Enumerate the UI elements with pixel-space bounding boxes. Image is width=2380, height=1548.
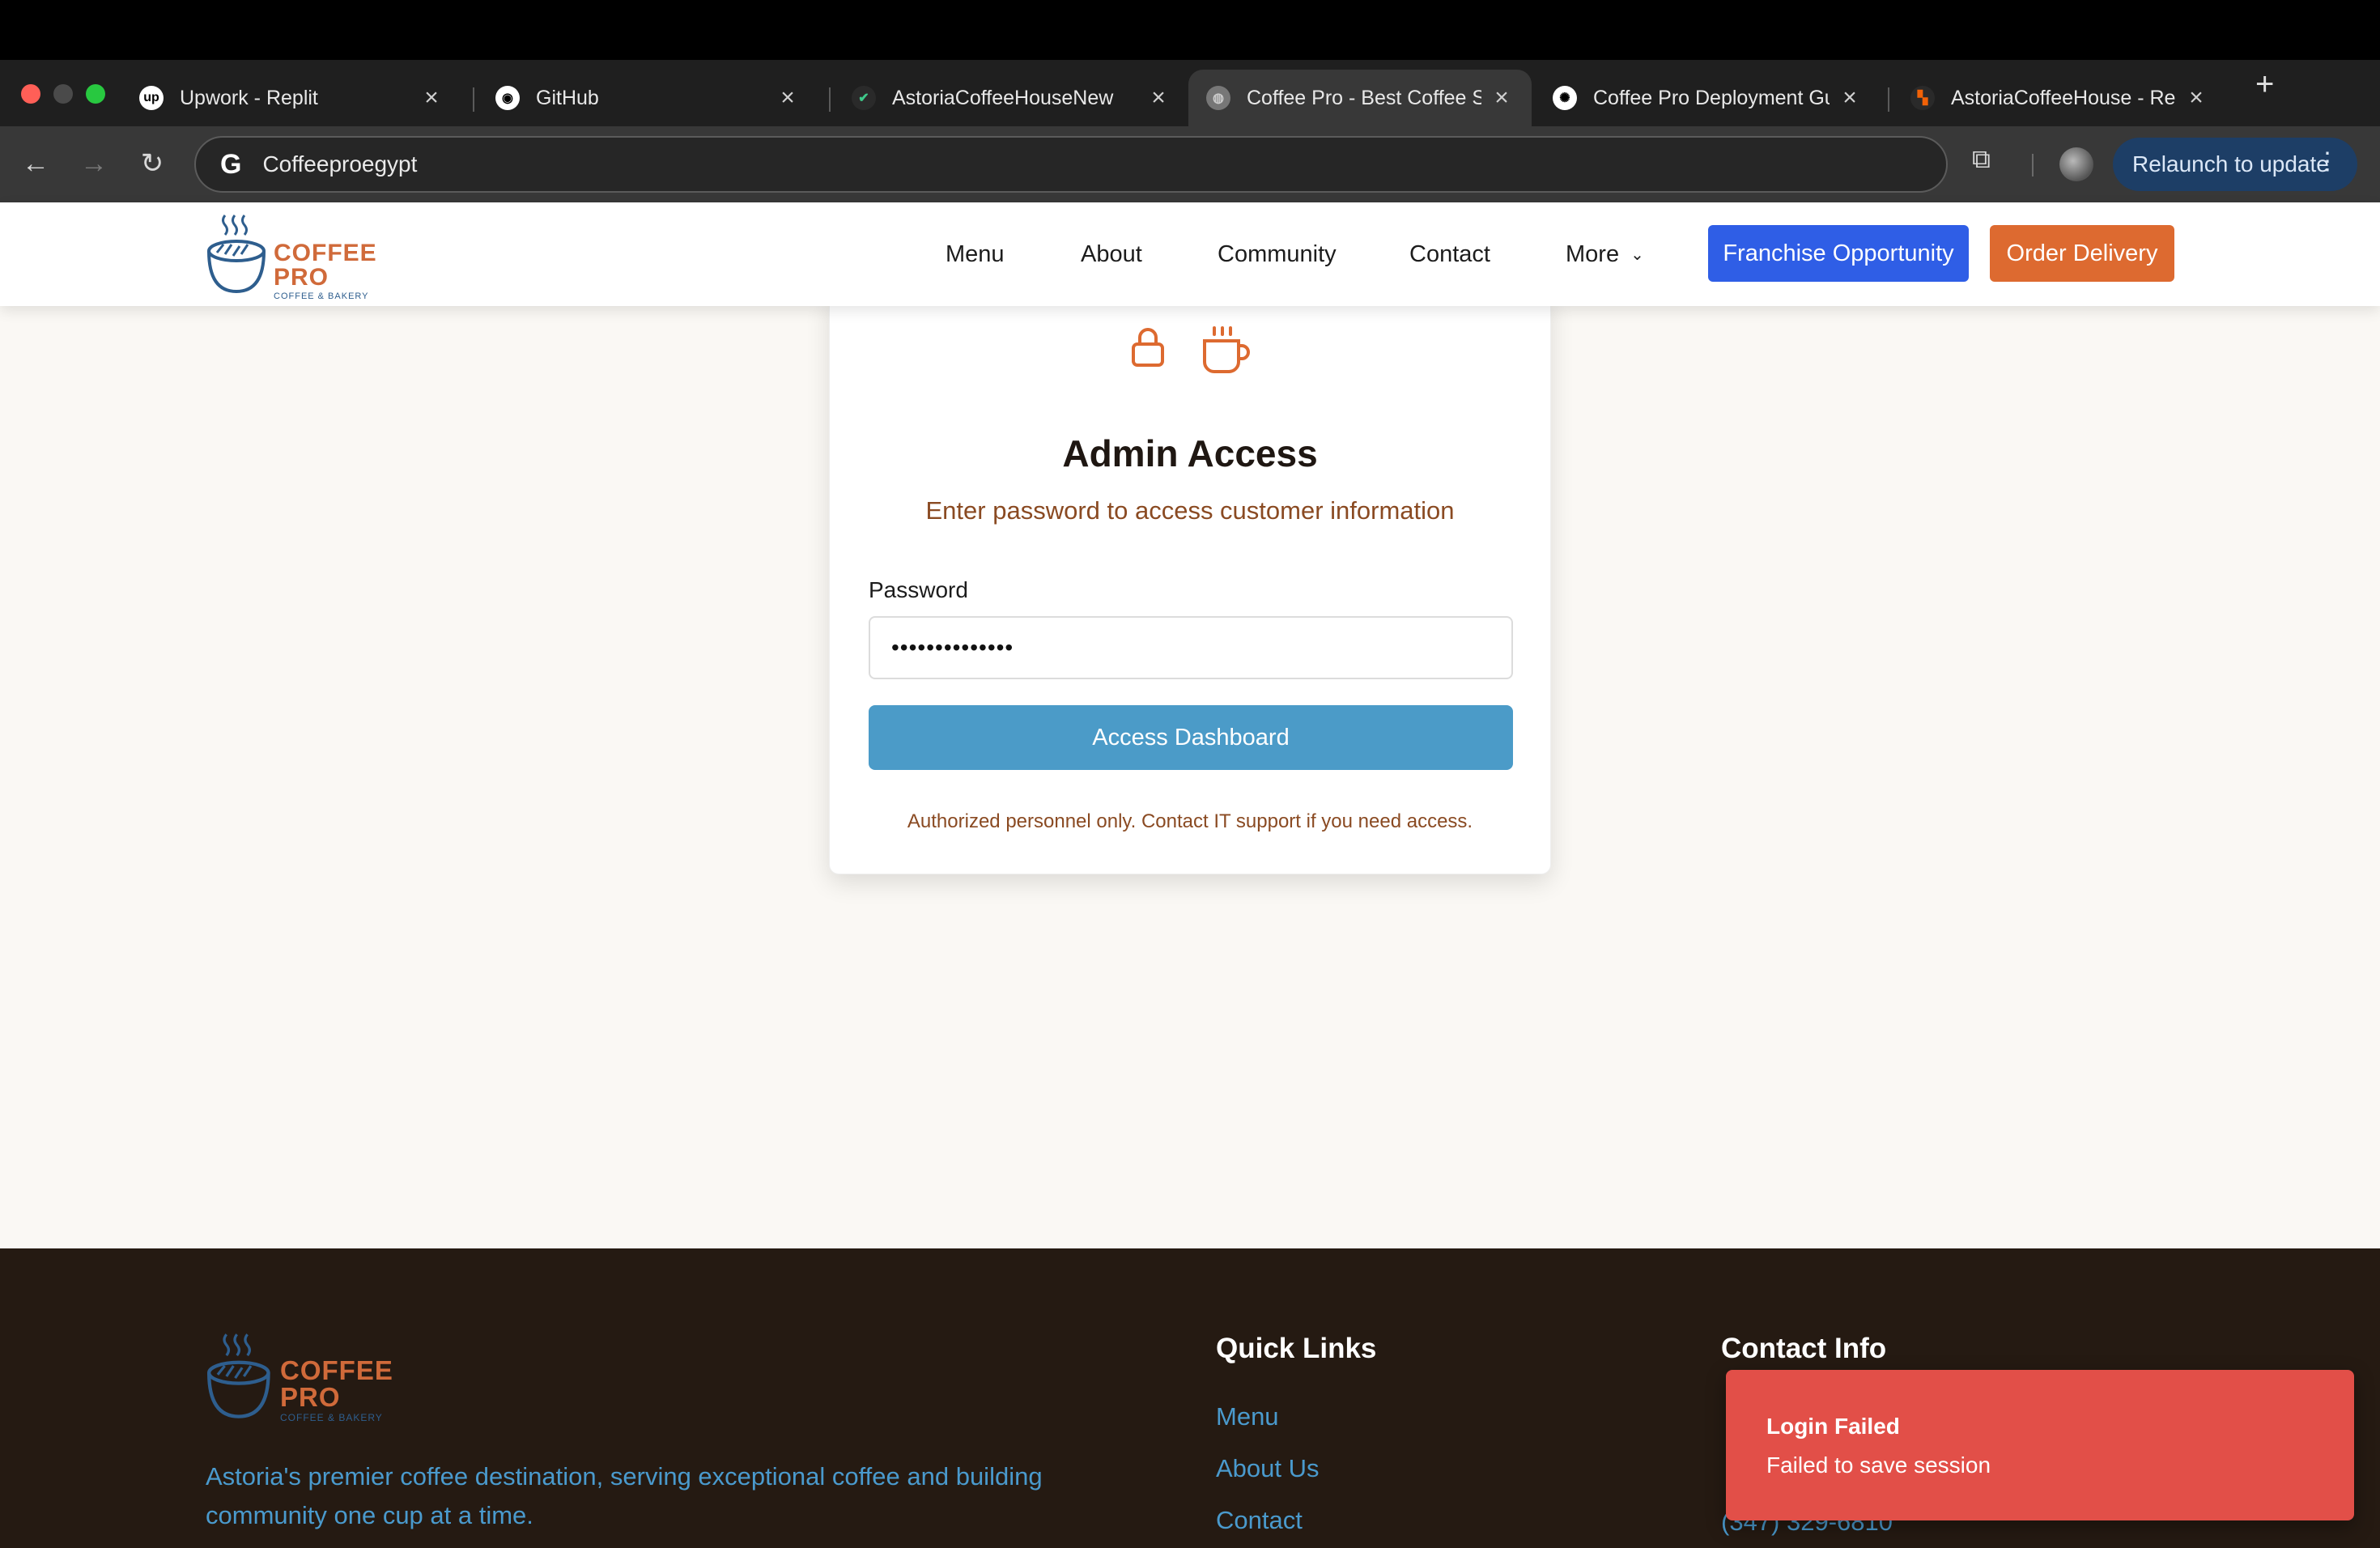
footer-link-contact[interactable]: Contact bbox=[1216, 1506, 1303, 1535]
authorized-note: Authorized personnel only. Contact IT su… bbox=[907, 810, 1473, 832]
browser-tab[interactable]: ✔ AstoriaCoffeeHouseNew × bbox=[834, 70, 1188, 126]
browser-tab-active[interactable]: ◍ Coffee Pro - Best Coffee S × bbox=[1188, 70, 1532, 126]
password-label: Password bbox=[869, 577, 968, 602]
tab-title: Upwork - Replit bbox=[180, 86, 318, 109]
browser-toolbar: ← → ↻ G Coffeeproegypt ⧉ Relaunch to upd… bbox=[0, 126, 2380, 202]
order-delivery-button[interactable]: Order Delivery bbox=[1990, 225, 2174, 282]
profile-avatar[interactable] bbox=[2059, 147, 2093, 181]
tab-divider bbox=[1888, 87, 1889, 112]
close-tab-icon[interactable]: × bbox=[1838, 84, 1862, 112]
footer-link-menu[interactable]: Menu bbox=[1216, 1402, 1279, 1431]
relaunch-button[interactable]: Relaunch to update ⋮ bbox=[2113, 138, 2357, 191]
cast-search-icon[interactable]: ⧉ bbox=[1972, 144, 1991, 175]
screen-top-strip bbox=[0, 0, 2380, 60]
chevron-down-icon: ⌄ bbox=[1630, 246, 1644, 264]
quick-links-heading: Quick Links bbox=[1216, 1333, 1377, 1364]
admin-access-title: Admin Access bbox=[1062, 432, 1318, 474]
site-header: COFFEE PRO COFFEE & BAKERY Menu About Co… bbox=[0, 202, 2380, 306]
logo-tagline: COFFEE & BAKERY bbox=[280, 1412, 383, 1423]
forward-arrow-icon[interactable]: → bbox=[73, 142, 115, 185]
nav-contact-link[interactable]: Contact bbox=[1409, 241, 1490, 268]
tab-title: AstoriaCoffeeHouseNew bbox=[892, 86, 1114, 109]
close-window-button[interactable] bbox=[21, 84, 40, 104]
footer-logo[interactable]: COFFEE PRO COFFEE & BAKERY bbox=[207, 1328, 393, 1425]
nav-more-dropdown[interactable]: More ⌄ bbox=[1566, 241, 1644, 268]
footer-tagline: Astoria's premier coffee destination, se… bbox=[206, 1462, 1043, 1529]
admin-access-subtitle: Enter password to access customer inform… bbox=[925, 496, 1455, 525]
logo-word-coffee: COFFEE bbox=[274, 240, 377, 266]
browser-tab[interactable]: ✺ Coffee Pro Deployment Gu × bbox=[1535, 70, 1880, 126]
replit-icon: ✔ bbox=[852, 86, 876, 110]
logo-word-coffee: COFFEE bbox=[280, 1355, 393, 1385]
close-tab-icon[interactable]: × bbox=[1490, 84, 1514, 112]
nav-about-link[interactable]: About bbox=[1081, 241, 1142, 268]
google-icon: G bbox=[220, 148, 242, 180]
logo-word-pro: PRO bbox=[280, 1382, 341, 1412]
reload-icon[interactable]: ↻ bbox=[131, 142, 173, 185]
tab-divider bbox=[829, 87, 831, 112]
back-arrow-icon[interactable]: ← bbox=[15, 142, 57, 185]
globe-icon: ◍ bbox=[1206, 86, 1230, 110]
tab-title: AstoriaCoffeeHouse - Rep bbox=[1951, 86, 2176, 109]
more-options-icon: ⋮ bbox=[2315, 148, 2340, 175]
close-tab-icon[interactable]: × bbox=[1146, 84, 1171, 112]
logo-word-pro: PRO bbox=[274, 264, 329, 291]
close-tab-icon[interactable]: × bbox=[776, 84, 800, 112]
franchise-opportunity-button[interactable]: Franchise Opportunity bbox=[1708, 225, 1969, 282]
browser-tab[interactable]: up Upwork - Replit × bbox=[121, 70, 461, 126]
coffee-cup-icon bbox=[1203, 326, 1250, 373]
lock-icon bbox=[1132, 328, 1164, 367]
admin-login-card: Admin Access Enter password to access cu… bbox=[829, 291, 1551, 874]
replit-icon: ▚ bbox=[1910, 86, 1935, 110]
coffee-cup-logo-icon bbox=[207, 215, 266, 294]
address-bar[interactable]: G Coffeeproegypt bbox=[194, 136, 1948, 193]
password-input[interactable]: •••••••••••••• bbox=[869, 616, 1513, 679]
tab-title: Coffee Pro - Best Coffee S bbox=[1247, 86, 1481, 109]
login-failed-toast[interactable]: Login Failed Failed to save session bbox=[1726, 1370, 2354, 1520]
openai-icon: ✺ bbox=[1553, 86, 1577, 110]
card-icon-row bbox=[830, 325, 1550, 376]
toolbar-divider bbox=[2032, 154, 2034, 176]
relaunch-label: Relaunch to update bbox=[2132, 151, 2329, 176]
access-dashboard-button[interactable]: Access Dashboard bbox=[869, 705, 1513, 770]
address-text: Coffeeproegypt bbox=[262, 151, 418, 176]
tab-title: Coffee Pro Deployment Gu bbox=[1593, 86, 1830, 109]
nav-community-link[interactable]: Community bbox=[1218, 241, 1337, 268]
zoom-window-button[interactable] bbox=[86, 84, 105, 104]
nav-menu-link[interactable]: Menu bbox=[946, 241, 1005, 268]
close-tab-icon[interactable]: × bbox=[2184, 84, 2208, 112]
tab-divider bbox=[473, 87, 474, 112]
site-logo[interactable]: COFFEE PRO COFFEE & BAKERY bbox=[207, 211, 377, 301]
upwork-icon: up bbox=[139, 86, 164, 110]
contact-info-heading: Contact Info bbox=[1721, 1333, 1887, 1364]
toast-title: Login Failed bbox=[1766, 1414, 1900, 1439]
browser-tab[interactable]: ◉ GitHub × bbox=[478, 70, 818, 126]
tab-title: GitHub bbox=[536, 86, 599, 109]
minimize-window-button[interactable] bbox=[53, 84, 73, 104]
toast-message: Failed to save session bbox=[1766, 1452, 1991, 1478]
github-icon: ◉ bbox=[495, 86, 520, 110]
coffee-cup-logo-icon bbox=[207, 1333, 270, 1418]
footer-link-about[interactable]: About Us bbox=[1216, 1454, 1320, 1483]
logo-tagline: COFFEE & BAKERY bbox=[274, 291, 369, 301]
close-tab-icon[interactable]: × bbox=[419, 84, 444, 112]
new-tab-icon[interactable]: + bbox=[2255, 66, 2274, 103]
browser-tab-bar: up Upwork - Replit × ◉ GitHub × ✔ Astori… bbox=[0, 60, 2380, 126]
nav-more-label: More bbox=[1566, 241, 1620, 267]
browser-tab[interactable]: ▚ AstoriaCoffeeHouse - Rep × bbox=[1893, 70, 2226, 126]
